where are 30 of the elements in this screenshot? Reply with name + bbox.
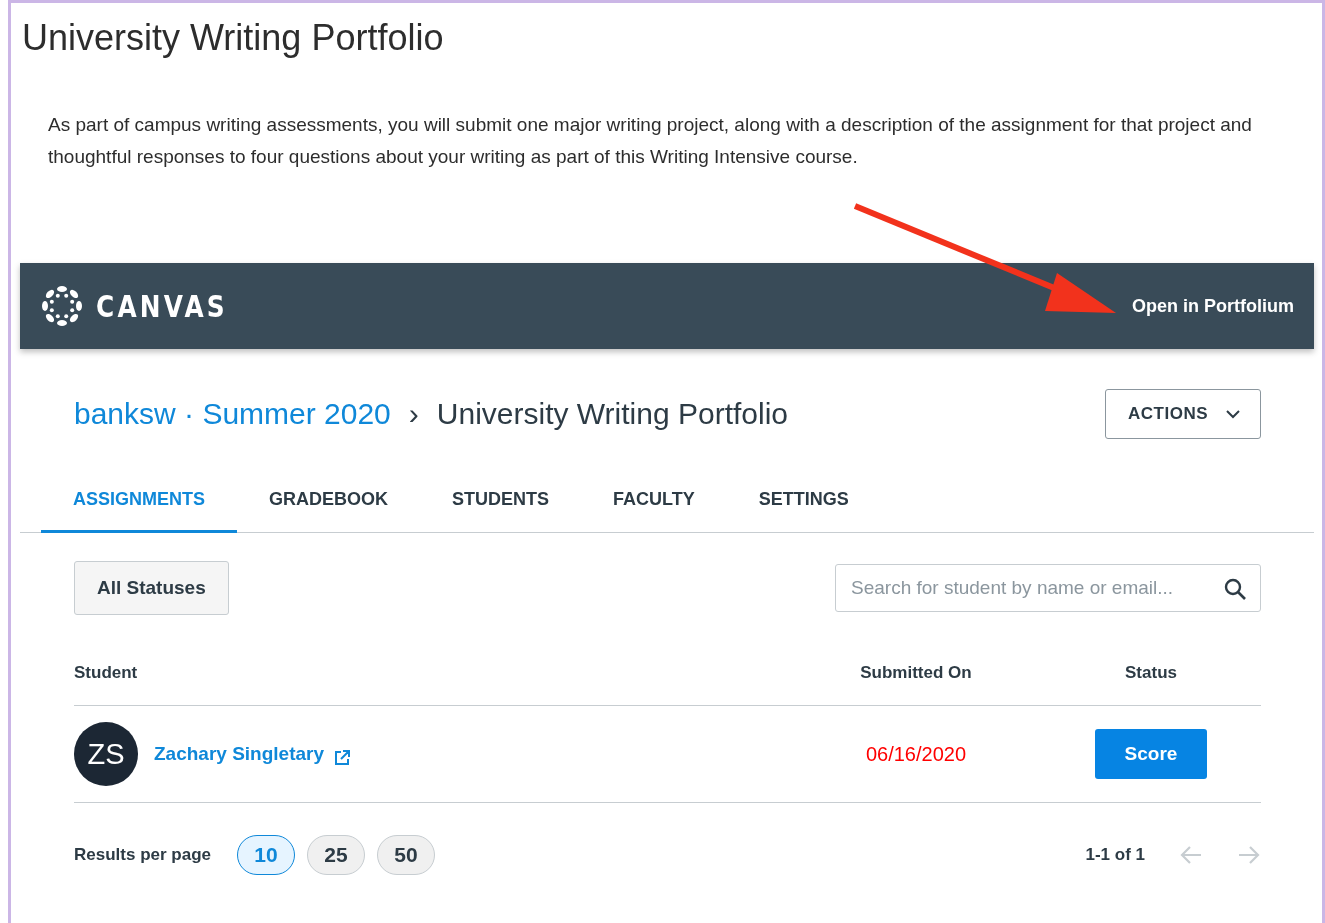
avatar: ZS [74, 722, 138, 786]
column-header: Student [74, 663, 139, 683]
breadcrumb-separator: › [408, 397, 419, 431]
page-title: University Writing Portfolio [22, 17, 445, 59]
column-header: Submitted On [860, 663, 972, 683]
page-size-button[interactable]: 50 [377, 835, 435, 875]
actions-button[interactable]: ACTIONS [1105, 389, 1261, 439]
canvas-logo-icon [40, 284, 84, 328]
tab[interactable]: FACULTY [581, 475, 727, 533]
search-field[interactable]: Search for student by name or email... [835, 564, 1261, 612]
tab[interactable]: SETTINGS [726, 475, 881, 533]
results-per-page-label: Results per page [74, 845, 211, 865]
column-header: Status [1125, 663, 1177, 683]
submitted-date: 06/16/2020 [865, 742, 967, 766]
score-button[interactable]: Score [1094, 729, 1208, 779]
open-in-portfolium-link[interactable]: Open in Portfolium [1132, 295, 1294, 317]
tab[interactable]: ASSIGNMENTS [41, 475, 237, 533]
chevron-down-icon [1226, 409, 1240, 419]
external-link-icon[interactable] [334, 750, 351, 766]
tab[interactable]: GRADEBOOK [237, 475, 421, 533]
brand-name: CANVAS [96, 288, 228, 324]
search-icon[interactable] [1223, 577, 1247, 601]
breadcrumb-link[interactable]: banksw · Summer 2020 [74, 397, 391, 431]
description-text: As part of campus writing assessments, you will submit one major writing project, along with a description of the assignment for that project and thoughtful responses to four questions about your writing as part of this Writing Intensive course. [48, 113, 1253, 169]
student-link[interactable]: Zachary Singletary [154, 743, 325, 765]
breadcrumb-current: University Writing Portfolio [436, 397, 789, 431]
results-range: 1-1 of 1 [1085, 845, 1145, 865]
tab[interactable]: STUDENTS [420, 475, 582, 533]
status-filter-button[interactable]: All Statuses [74, 561, 229, 615]
page-size-button[interactable]: 25 [307, 835, 365, 875]
